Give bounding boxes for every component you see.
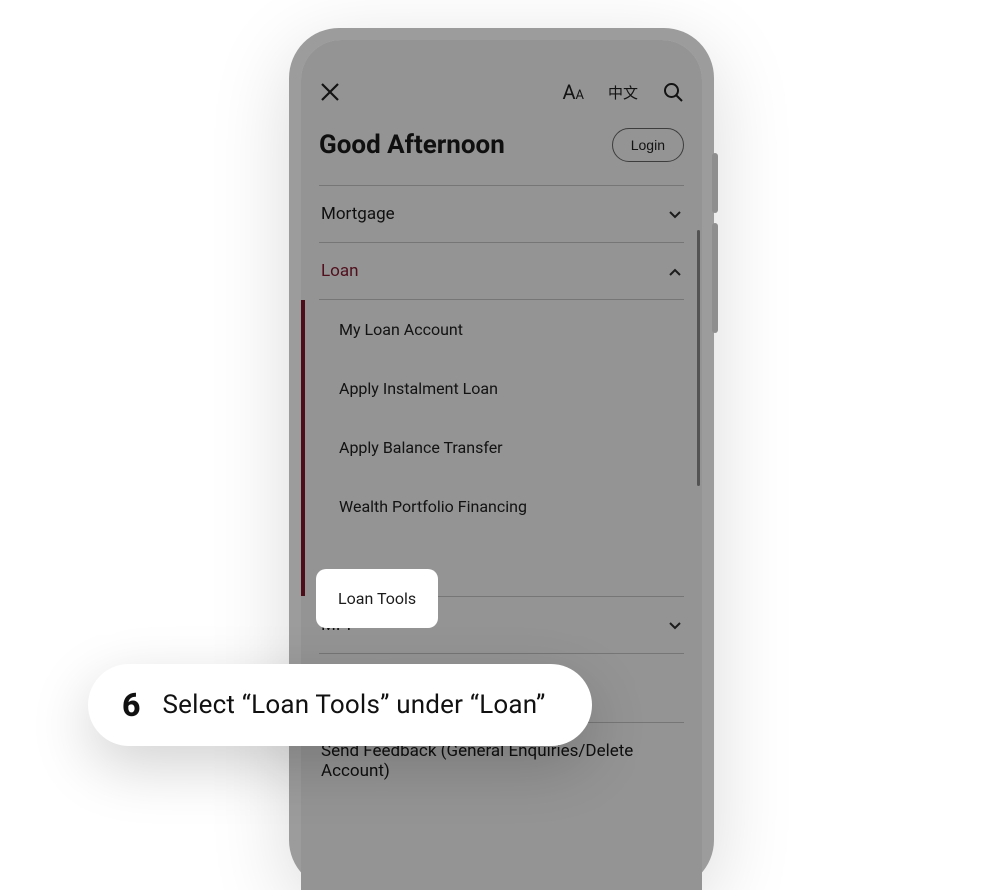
scrollbar-thumb[interactable]	[697, 230, 700, 486]
phone-frame: AA 中文 Good Afternoon Login	[289, 28, 714, 890]
close-button[interactable]	[319, 81, 341, 103]
sub-item-my-loan-account[interactable]: My Loan Account	[301, 300, 702, 359]
sub-item-apply-balance[interactable]: Apply Balance Transfer	[301, 418, 702, 477]
instruction-callout: 6 Select “Loan Tools” under “Loan”	[88, 664, 592, 746]
sub-item-apply-instalment[interactable]: Apply Instalment Loan	[301, 359, 702, 418]
active-indicator-bar	[301, 300, 305, 596]
phone-side-button	[712, 153, 718, 213]
font-a-small-icon: A	[576, 88, 584, 103]
greeting-title: Good Afternoon	[319, 130, 505, 160]
menu-label: Mortgage	[321, 204, 395, 224]
menu-label: Loan	[321, 261, 359, 281]
login-button[interactable]: Login	[612, 128, 684, 162]
callout-text: Select “Loan Tools” under “Loan”	[162, 690, 545, 720]
callout-step-number: 6	[122, 686, 140, 724]
chevron-down-icon	[668, 618, 682, 632]
sub-item-wealth-portfolio[interactable]: Wealth Portfolio Financing	[301, 477, 702, 536]
screen-content: AA 中文 Good Afternoon Login	[301, 40, 702, 890]
sub-item-loan-tools[interactable]: Loan Tools	[316, 569, 438, 628]
font-a-large-icon: A	[562, 80, 575, 104]
language-button[interactable]: 中文	[608, 82, 638, 103]
top-bar: AA 中文	[301, 72, 702, 112]
phone-side-button	[712, 223, 718, 333]
header-row: Good Afternoon Login	[301, 112, 702, 172]
search-icon	[662, 81, 684, 103]
menu-item-loan[interactable]: Loan	[319, 243, 684, 300]
chevron-down-icon	[668, 207, 682, 221]
menu-divider	[319, 172, 684, 186]
phone-screen: AA 中文 Good Afternoon Login	[301, 40, 702, 890]
menu-label: Send Feedback (General Enquiries/Delete …	[321, 741, 682, 781]
close-icon	[319, 81, 341, 103]
search-button[interactable]	[662, 81, 684, 103]
loan-submenu: My Loan Account Apply Instalment Loan Ap…	[301, 300, 702, 596]
font-size-button[interactable]: AA	[562, 80, 584, 104]
top-icons: AA 中文	[562, 80, 684, 104]
menu-item-mortgage[interactable]: Mortgage	[319, 186, 684, 243]
chevron-up-icon	[668, 264, 682, 278]
